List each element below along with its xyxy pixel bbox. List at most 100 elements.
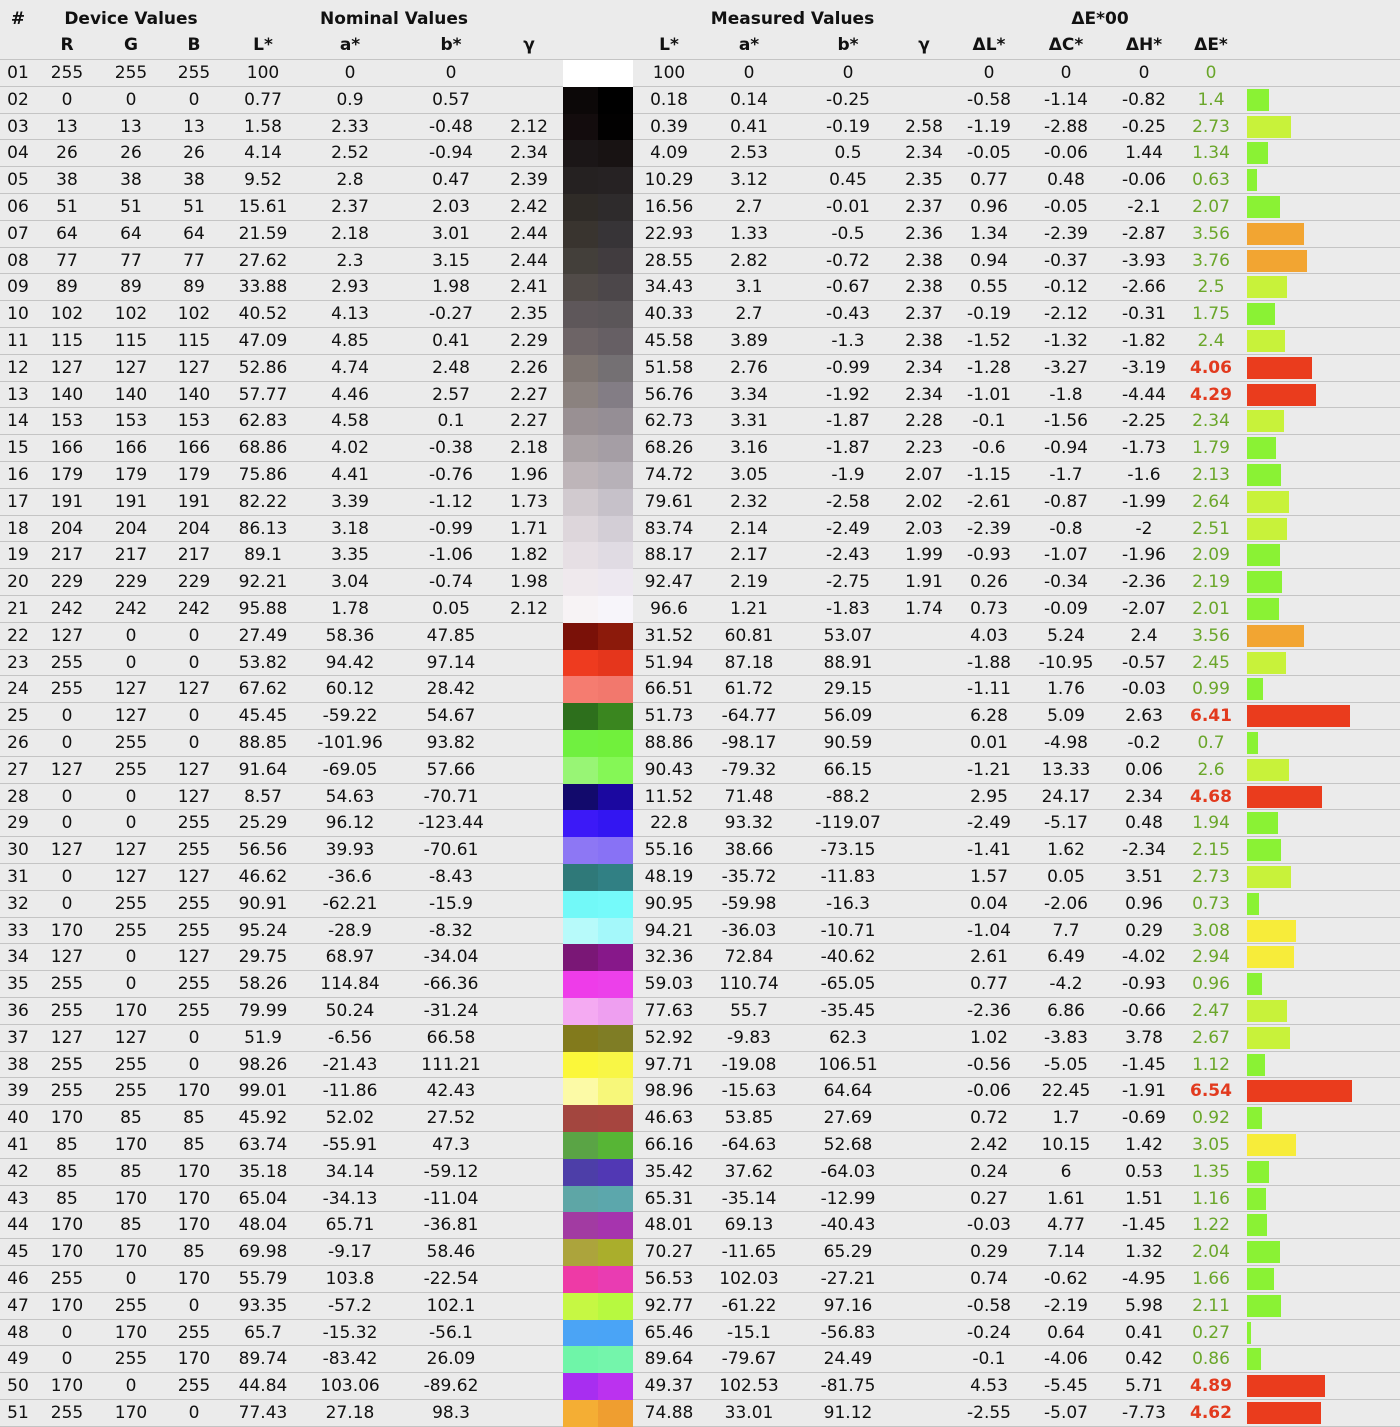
nominal-color-swatch [563,810,598,838]
cell-device-r: 51 [56,197,78,217]
cell-device-r: 255 [50,1054,84,1075]
cell-delta-c: 6.86 [1047,1001,1085,1021]
delta-e-bar [1247,276,1287,299]
cell-measured-a: -61.22 [721,1295,777,1316]
column-header-device-b: B [187,35,201,55]
cell-measured-b: -1.83 [826,599,870,619]
cell-nominal-a: -62.21 [322,893,378,914]
cell-nominal-a: 3.04 [331,572,369,593]
cell-delta-h: -2.66 [1122,277,1166,298]
column-header-measured-gamma: γ [918,35,930,55]
cell-measured-gamma: 2.36 [905,223,943,244]
cell-measured-b: 0.45 [829,170,867,191]
cell-delta-l: -2.61 [967,491,1011,512]
cell-device-r: 255 [50,974,84,995]
cell-delta-h: -0.57 [1122,652,1166,673]
patch-index: 30 [7,840,29,861]
measured-color-swatch [598,1158,633,1186]
nominal-color-swatch [563,408,598,436]
measured-color-swatch [598,247,633,275]
cell-measured-l: 65.46 [644,1322,694,1343]
delta-e-bar [1247,115,1291,138]
nominal-color-swatch [563,569,598,596]
nominal-color-swatch [563,60,598,87]
patch-index: 34 [7,947,29,968]
cell-device-b: 140 [177,384,211,405]
cell-nominal-l: 88.85 [238,733,288,753]
cell-measured-l: 22.8 [650,813,688,834]
cell-measured-a: 60.81 [724,625,774,646]
cell-device-b: 166 [177,438,211,459]
delta-e-bar [1247,196,1281,218]
cell-device-b: 127 [177,947,211,968]
measured-color-swatch [598,140,633,168]
column-header-measured-l: L* [659,35,679,55]
cell-delta-c: 1.62 [1047,840,1085,861]
cell-delta-h: -0.25 [1122,116,1166,137]
cell-nominal-gamma: 1.71 [510,518,548,539]
cell-nominal-l: 1.58 [244,116,282,137]
cell-nominal-a: -59.22 [322,706,378,727]
cell-measured-a: -9.83 [727,1027,771,1048]
cell-delta-e: 2.73 [1192,867,1230,887]
cell-delta-l: -0.03 [967,1215,1011,1236]
cell-delta-h: -2.07 [1122,599,1166,619]
cell-device-b: 0 [188,1403,200,1423]
cell-nominal-l: 9.52 [244,170,282,191]
nominal-color-swatch [563,167,598,194]
cell-nominal-a: 50.24 [325,1001,375,1021]
cell-nominal-l: 62.83 [238,411,288,432]
cell-measured-b: -12.99 [820,1188,876,1209]
cell-measured-gamma: 2.35 [905,170,943,191]
cell-nominal-b: 66.58 [426,1027,476,1048]
patch-index: 43 [7,1188,29,1209]
table-row: 02 0 0 0 0.77 0.9 0.57 0.18 0.14 -0.25 -0.58 -1.14 -… [0,86,1400,114]
cell-device-b: 89 [183,277,205,298]
cell-measured-l: 68.26 [644,438,694,459]
column-header-device-r: R [60,35,74,55]
cell-delta-c: -0.87 [1044,491,1088,512]
cell-nominal-a: 58.36 [325,625,375,646]
patch-index: 29 [7,813,29,834]
cell-nominal-b: -0.38 [429,438,473,459]
cell-nominal-l: 57.77 [238,384,288,405]
nominal-color-swatch [563,837,598,864]
delta-e-bar [1247,517,1288,540]
delta-e-bar [1247,624,1304,647]
cell-measured-l: 55.16 [644,840,694,861]
patch-index: 40 [7,1108,29,1129]
cell-device-g: 166 [114,438,148,459]
delta-e-bar [1247,1107,1262,1130]
cell-measured-b: -1.87 [826,438,870,459]
cell-device-r: 179 [50,465,84,485]
cell-measured-l: 66.16 [644,1135,694,1155]
cell-measured-a: 2.7 [735,304,763,325]
delta-e-bar [1247,839,1282,862]
cell-device-b: 170 [177,1161,211,1182]
cell-measured-b: -2.43 [826,545,870,566]
table-row: 44 170 85 170 48.04 65.71 -36.81 48.01 69.13 -40.… [0,1212,1400,1240]
cell-device-b: 229 [177,572,211,593]
table-row: 28 0 0 127 8.57 54.63 -70.71 11.52 71.48 -88.2 2.9… [0,783,1400,811]
table-row: 18 204 204 204 86.13 3.18 -0.99 1.71 83.74 2.14 -2… [0,515,1400,543]
column-header-delta-c: ΔC* [1048,35,1084,55]
cell-device-r: 255 [50,1269,84,1289]
cell-delta-h: 0 [1138,63,1150,83]
cell-measured-l: 51.73 [644,706,694,727]
cell-measured-a: 71.48 [724,786,774,807]
patch-index: 28 [7,786,29,807]
cell-device-g: 170 [114,1135,148,1155]
cell-device-g: 191 [114,491,148,512]
cell-delta-e: 2.51 [1192,518,1230,539]
cell-device-b: 26 [183,143,205,164]
cell-nominal-gamma: 2.27 [510,411,548,432]
cell-delta-c: 6 [1060,1161,1072,1182]
cell-delta-h: -2 [1135,518,1153,539]
cell-delta-c: -0.37 [1044,250,1088,271]
cell-device-r: 0 [61,1349,73,1370]
cell-device-b: 85 [183,1242,205,1263]
patch-index: 02 [7,89,29,110]
cell-device-g: 204 [114,518,148,539]
cell-measured-l: 59.03 [644,974,694,995]
table-row: 31 0 127 127 46.62 -36.6 -8.43 48.19 -35.72 -11.8… [0,864,1400,891]
